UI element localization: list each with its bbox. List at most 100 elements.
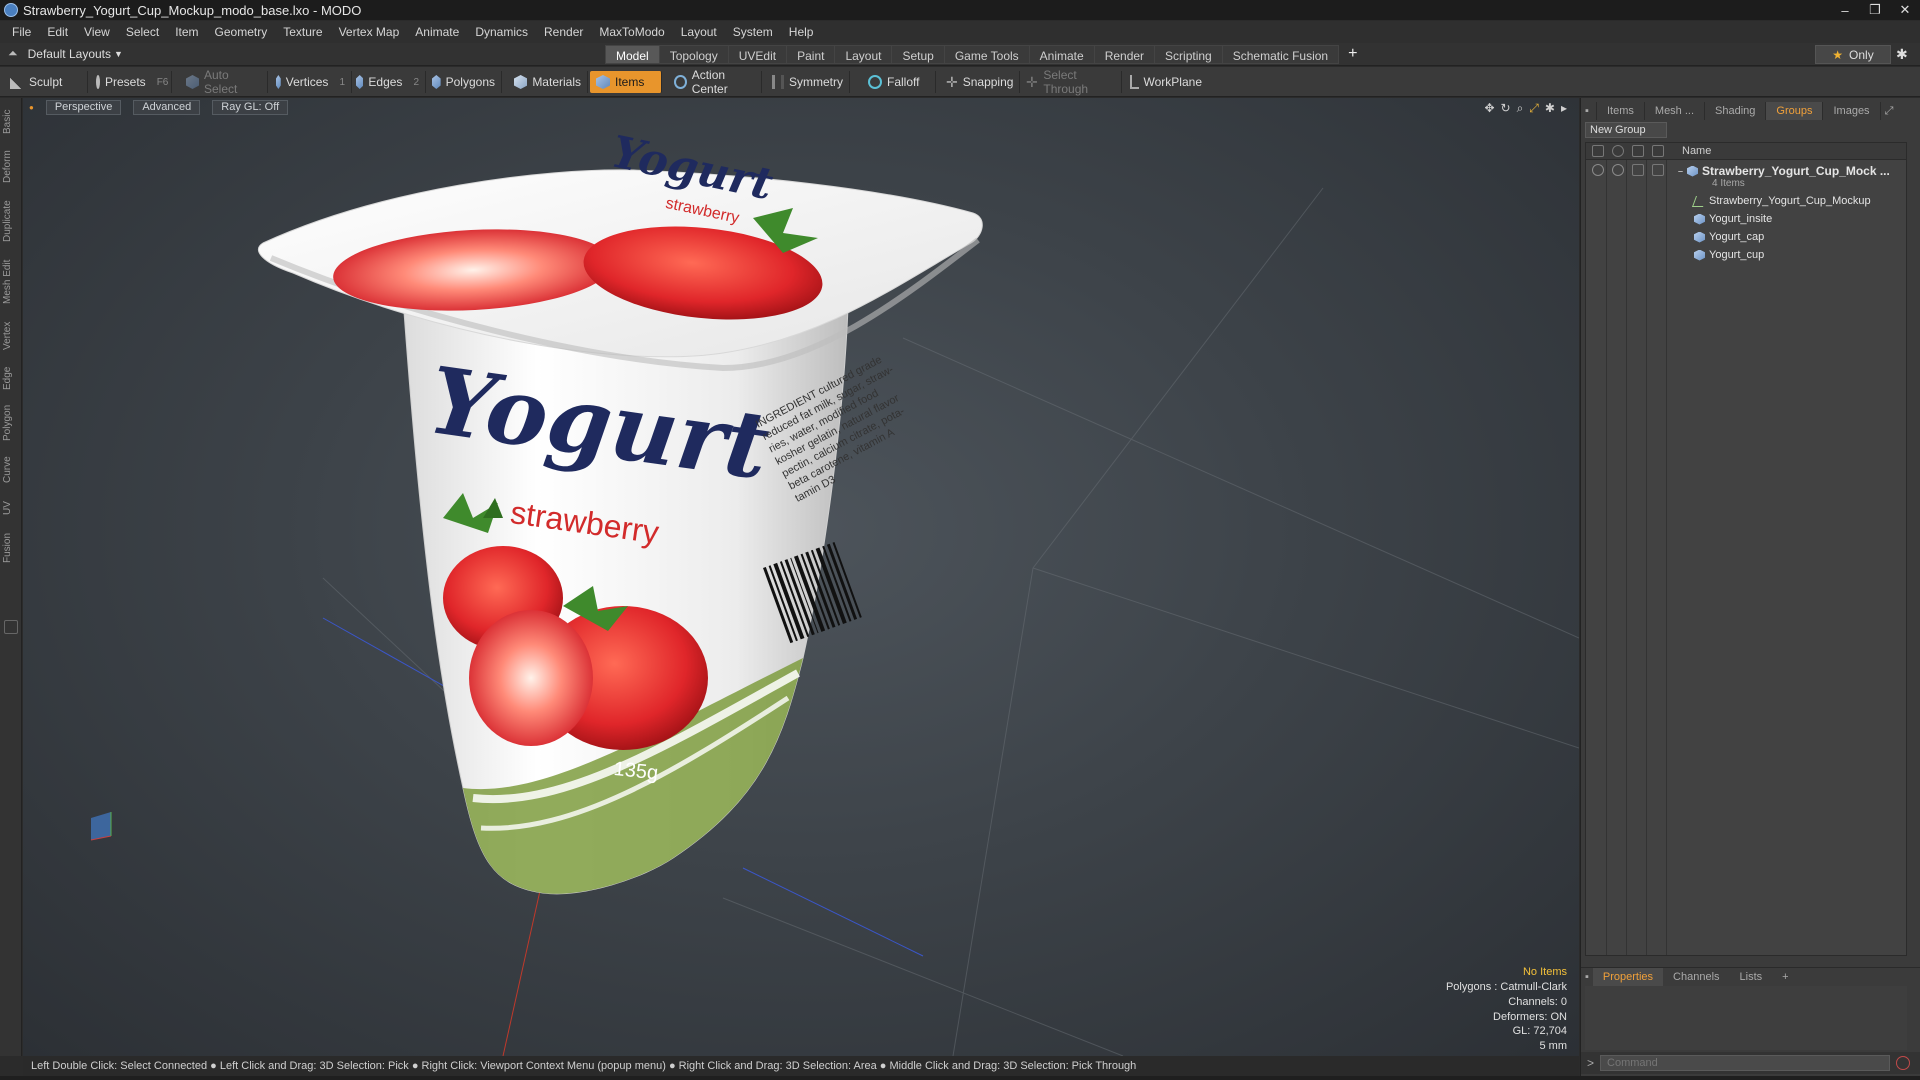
left-tab-duplicate[interactable]: Duplicate [2,194,20,248]
tab-shading[interactable]: Shading [1705,102,1767,120]
tab-channels[interactable]: Channels [1663,968,1729,986]
render-toggle-icon[interactable] [1612,164,1624,176]
only-toggle[interactable]: ★ Only [1815,45,1891,64]
fit-icon[interactable]: ⤢ [1529,101,1539,116]
vertices-button[interactable]: Vertices 1 [270,71,352,93]
viewport-settings-icon[interactable]: ✱ [1545,101,1555,116]
menu-animate[interactable]: Animate [407,25,467,39]
column-divider [1646,160,1647,955]
menu-item[interactable]: Item [167,25,206,39]
command-input[interactable] [1600,1055,1891,1071]
edges-label: Edges [368,75,403,89]
menu-file[interactable]: File [4,25,39,39]
maximize-button[interactable]: ❐ [1860,0,1890,20]
left-tab-fusion[interactable]: Fusion [2,528,20,568]
tab-uvedit[interactable]: UVEdit [727,45,788,64]
menu-system[interactable]: System [725,25,781,39]
action-center-button[interactable]: Action Center [668,68,762,96]
tree-row-item[interactable]: Yogurt_cup [1586,247,1906,265]
sculpt-button[interactable]: Sculpt [4,71,88,93]
left-tab-edge[interactable]: Edge [2,362,20,394]
viewport-header: ● Perspective Advanced Ray GL: Off [23,98,1579,116]
presets-button[interactable]: Presets F6 [90,71,172,93]
workplane-button[interactable]: WorkPlane [1124,71,1208,93]
tab-items[interactable]: Items [1597,102,1645,120]
tab-paint[interactable]: Paint [786,45,836,64]
tree-row-item[interactable]: Yogurt_cap [1586,229,1906,247]
menu-maxtomodo[interactable]: MaxToModo [591,25,672,39]
menu-dynamics[interactable]: Dynamics [467,25,536,39]
auto-select-button[interactable]: Auto Select [180,68,268,96]
tree-row-item[interactable]: Strawberry_Yogurt_Cup_Mockup [1586,193,1906,211]
presets-label: Presets [105,75,146,89]
tab-animate[interactable]: Animate [1028,45,1095,64]
tab-model[interactable]: Model [605,45,660,64]
falloff-button[interactable]: Falloff [862,71,936,93]
menu-edit[interactable]: Edit [39,25,76,39]
tab-groups[interactable]: Groups [1766,102,1824,120]
3d-viewport[interactable]: Yogurt strawberry 135g Yogurt strawberry… [23,98,1579,1056]
left-tab-basic[interactable]: Basic [2,104,20,140]
menu-geometry[interactable]: Geometry [207,25,276,39]
minimize-button[interactable]: – [1830,0,1860,20]
left-tab-curve[interactable]: Curve [2,452,20,488]
menu-help[interactable]: Help [781,25,822,39]
left-tab-polygon[interactable]: Polygon [2,400,20,446]
shading-mode-dropdown[interactable]: Advanced [133,99,201,115]
item-name: Yogurt_insite [1709,213,1773,225]
tab-scripting[interactable]: Scripting [1154,45,1223,64]
menu-select[interactable]: Select [118,25,167,39]
gear-icon[interactable]: ✱ [1896,46,1908,63]
left-tab-vertex[interactable]: Vertex [2,316,20,356]
tab-layout[interactable]: Layout [834,45,893,64]
left-tab-mesh-edit[interactable]: Mesh Edit [2,256,20,308]
view-type-dropdown[interactable]: Perspective [45,99,122,115]
items-button[interactable]: Items [590,71,662,93]
tab-render[interactable]: Render [1093,45,1156,64]
add-tab-icon[interactable]: + [1772,968,1798,986]
tab-topology[interactable]: Topology [658,45,729,64]
materials-button[interactable]: Materials [508,71,588,93]
edges-icon [356,75,364,89]
panel-menu-icon[interactable]: ▪ [1581,102,1597,120]
visibility-eye-icon[interactable] [1592,164,1604,176]
new-group-button[interactable]: New Group [1585,122,1667,138]
raygl-toggle[interactable]: Ray GL: Off [212,99,289,115]
symmetry-button[interactable]: Symmetry [766,71,850,93]
properties-menu-icon[interactable]: ▪ [1581,968,1593,986]
left-tab-uv[interactable]: UV [2,496,20,520]
collapse-icon[interactable]: – [1678,166,1683,176]
tab-mesh[interactable]: Mesh ... [1645,102,1706,120]
menu-vertex-map[interactable]: Vertex Map [331,25,408,39]
tree-row-item[interactable]: Yogurt_insite [1586,211,1906,229]
tab-images[interactable]: Images [1823,102,1881,120]
menu-texture[interactable]: Texture [275,25,330,39]
add-tab-icon[interactable]: + [1348,45,1357,64]
menu-layout[interactable]: Layout [673,25,725,39]
left-tab-deform[interactable]: Deform [2,146,20,188]
panel-expand-icon[interactable]: ⤢ [1881,102,1898,120]
tab-game-tools[interactable]: Game Tools [943,45,1030,64]
select-through-button[interactable]: ✛ Select Through [1020,68,1122,96]
pan-icon[interactable]: ✥ [1484,101,1494,116]
layout-selector[interactable]: ⏶ Default Layouts ▼ [8,46,123,61]
left-panel-toggle[interactable] [4,620,18,634]
snapping-button[interactable]: ✛ Snapping [940,71,1020,93]
viewport-menu-icon[interactable]: ● [29,103,34,112]
edges-button[interactable]: Edges 2 [350,71,426,93]
zoom-icon[interactable]: ⌕ [1517,101,1524,116]
expand-arrow-icon[interactable]: ▸ [1561,101,1567,116]
tab-lists[interactable]: Lists [1730,968,1773,986]
polygons-button[interactable]: Polygons [426,71,502,93]
tab-setup[interactable]: Setup [891,45,945,64]
main-toolbar: Sculpt Presets F6 Auto Select Vertices 1… [0,67,1920,97]
lock-toggle-icon[interactable] [1632,164,1644,176]
tab-schematic-fusion[interactable]: Schematic Fusion [1221,45,1340,64]
menu-view[interactable]: View [76,25,118,39]
rotate-icon[interactable]: ↻ [1501,101,1511,116]
select-toggle-icon[interactable] [1652,164,1664,176]
tab-properties[interactable]: Properties [1592,967,1664,986]
menu-render[interactable]: Render [536,25,591,39]
close-button[interactable]: ✕ [1890,0,1920,20]
command-clear-icon[interactable] [1896,1056,1911,1070]
